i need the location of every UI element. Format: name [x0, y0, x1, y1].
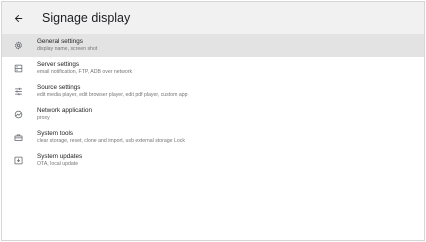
settings-item-general[interactable]: General settings display name, screen sh… [2, 34, 424, 57]
settings-item-subtitle: clear storage, reset, clone and import, … [37, 137, 185, 144]
page-title: Signage display [42, 11, 131, 25]
settings-item-subtitle: edit media player, edit browser player, … [37, 91, 188, 98]
settings-item-subtitle: email notification, FTP, ADB over networ… [37, 68, 133, 75]
settings-item-system-tools[interactable]: System tools clear storage, reset, clone… [2, 126, 424, 149]
back-button[interactable] [6, 6, 30, 30]
toolbox-icon [10, 130, 26, 146]
gear-icon [10, 38, 26, 54]
settings-item-title: Source settings [37, 83, 81, 91]
settings-item-source[interactable]: Source settings edit media player, edit … [2, 80, 424, 103]
settings-item-subtitle: display name, screen shot [37, 45, 98, 52]
sliders-icon [10, 84, 26, 100]
settings-item-network[interactable]: Network application proxy [2, 103, 424, 126]
system-update-icon [10, 153, 26, 169]
server-icon [10, 61, 26, 77]
settings-item-title: System updates [37, 152, 83, 160]
settings-item-system-updates[interactable]: System updates OTA, local update [2, 149, 424, 172]
settings-list: General settings display name, screen sh… [2, 34, 424, 172]
settings-item-server[interactable]: Server settings email notification, FTP,… [2, 57, 424, 80]
settings-item-title: Server settings [37, 60, 79, 68]
settings-window: Signage display General settings display… [1, 1, 425, 241]
settings-item-subtitle: OTA, local update [37, 160, 79, 167]
settings-item-title: General settings [37, 37, 83, 45]
settings-item-title: System tools [37, 129, 74, 137]
settings-item-title: Network application [37, 106, 92, 114]
network-icon [10, 107, 26, 123]
settings-item-subtitle: proxy [37, 114, 50, 121]
app-bar: Signage display [2, 2, 424, 34]
arrow-back-icon [14, 14, 22, 22]
